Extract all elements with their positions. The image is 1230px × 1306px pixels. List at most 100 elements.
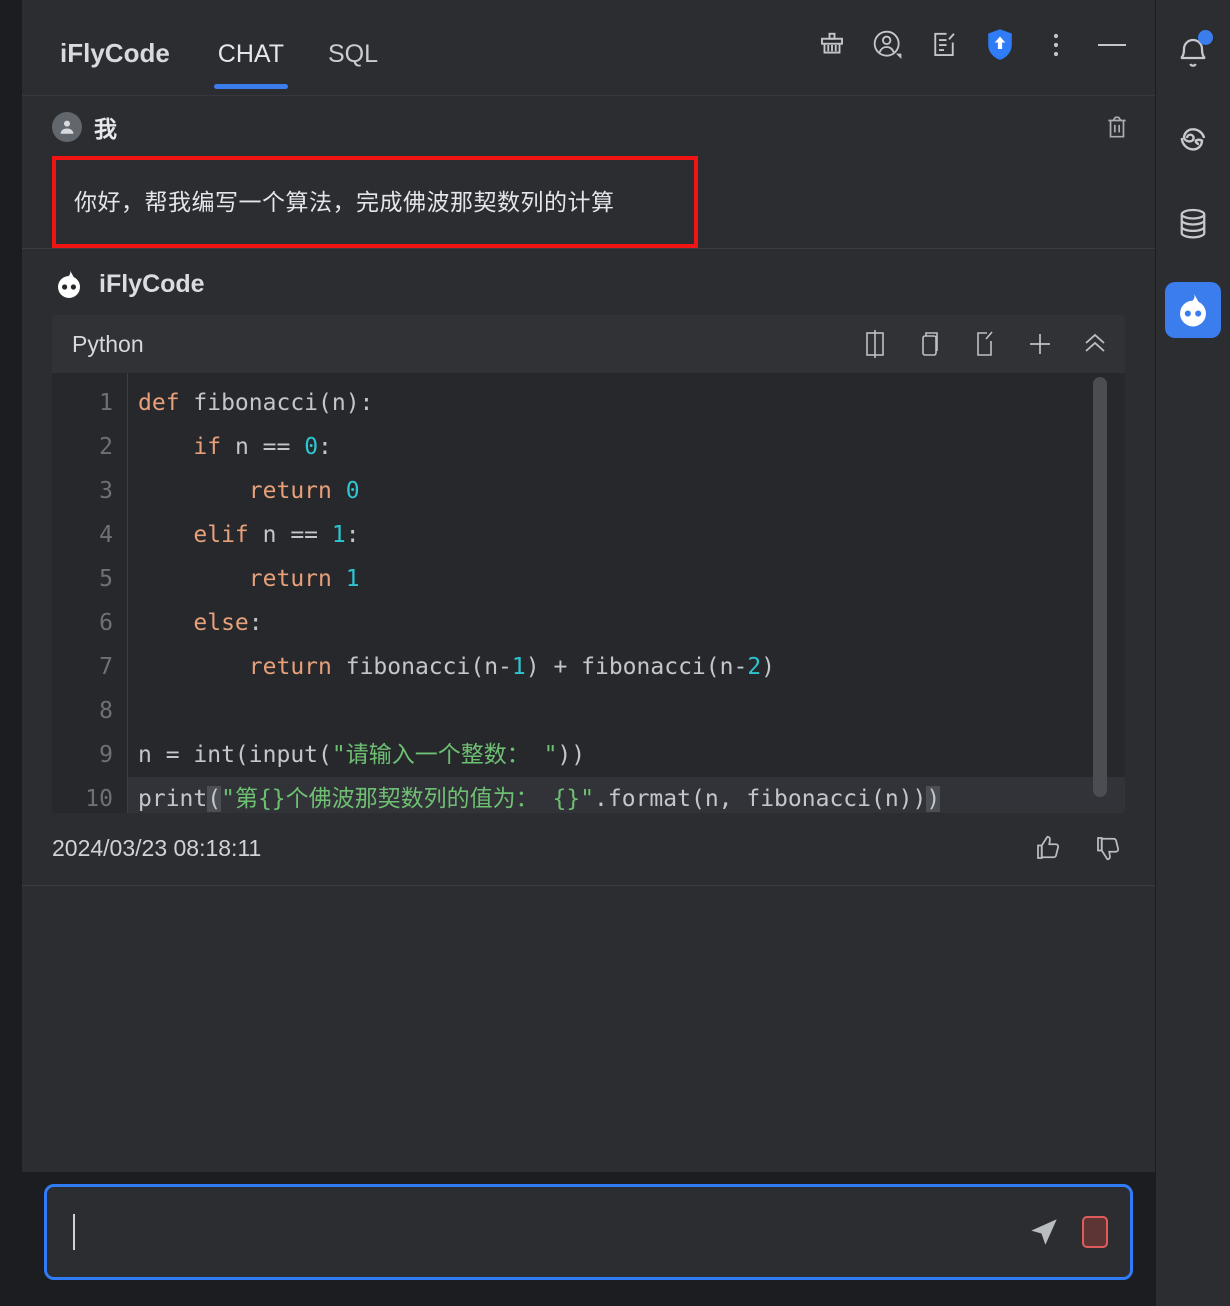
code-token: ) xyxy=(761,654,775,680)
header-actions xyxy=(815,28,1155,68)
thumbs-up-icon[interactable] xyxy=(1031,831,1065,865)
chat-main-panel: iFlyCode CHAT SQL xyxy=(22,0,1155,1306)
code-line: print("第{}个佛波那契数列的值为： {}".format(n, fibo… xyxy=(128,777,1125,813)
more-menu-icon[interactable] xyxy=(1039,28,1073,62)
panel-header: iFlyCode CHAT SQL xyxy=(22,0,1155,96)
user-name: 我 xyxy=(94,110,117,144)
composer-actions xyxy=(1026,1214,1108,1250)
code-gutter: 12345678910 xyxy=(52,373,128,813)
spiral-icon[interactable] xyxy=(1165,110,1221,166)
assistant-message-footer: 2024/03/23 08:18:11 xyxy=(22,813,1155,885)
code-token: fibonacci(n- xyxy=(346,654,512,680)
code-scrollbar[interactable] xyxy=(1093,377,1107,797)
code-content[interactable]: def fibonacci(n): if n == 0: return 0 el… xyxy=(128,373,1125,813)
user-message: 我 你好，帮我编写一个算法，完成佛波那契数列的计算 xyxy=(22,96,1155,249)
tab-chat[interactable]: CHAT xyxy=(196,0,306,95)
code-line: n = int(input("请输入一个整数： ")) xyxy=(138,733,1125,777)
assistant-message-header: iFlyCode xyxy=(22,267,1155,315)
notification-badge xyxy=(1198,30,1213,45)
assistant-name: iFlyCode xyxy=(99,270,205,299)
shield-upload-icon[interactable] xyxy=(983,28,1017,62)
send-icon[interactable] xyxy=(1026,1214,1062,1250)
iflycode-bot-icon[interactable] xyxy=(1165,282,1221,338)
code-line-number: 2 xyxy=(52,425,113,469)
code-line-number: 3 xyxy=(52,469,113,513)
code-line-number: 10 xyxy=(52,777,113,813)
tab-sql[interactable]: SQL xyxy=(306,0,400,95)
code-line-number: 9 xyxy=(52,733,113,777)
stop-generation-button[interactable] xyxy=(1082,1216,1108,1248)
code-token: elif xyxy=(138,522,249,548)
code-line-number: 6 xyxy=(52,601,113,645)
minimize-icon[interactable] xyxy=(1095,28,1129,62)
code-line: return 1 xyxy=(138,557,1125,601)
code-line: def fibonacci(n): xyxy=(138,381,1125,425)
code-token: n == xyxy=(221,434,304,460)
code-line-number: 5 xyxy=(52,557,113,601)
right-sidebar xyxy=(1155,0,1230,1306)
chat-empty-space xyxy=(22,885,1155,1172)
window-left-strip xyxy=(0,0,22,1306)
code-token: 1 xyxy=(332,522,346,548)
code-editor[interactable]: 12345678910 def fibonacci(n): if n == 0:… xyxy=(52,373,1125,813)
code-token: return xyxy=(138,654,346,680)
iflycode-chat-window: iFlyCode CHAT SQL xyxy=(0,0,1230,1306)
composer-area xyxy=(22,1172,1155,1306)
insert-to-editor-icon[interactable] xyxy=(969,328,1001,360)
code-token: print xyxy=(138,786,207,812)
user-message-text: 你好，帮我编写一个算法，完成佛波那契数列的计算 xyxy=(74,185,615,220)
iflycode-bot-avatar-icon xyxy=(52,267,86,301)
code-token: if xyxy=(138,434,221,460)
edit-note-icon[interactable] xyxy=(927,28,961,62)
code-line-number: 1 xyxy=(52,381,113,425)
code-line-number: 8 xyxy=(52,689,113,733)
code-token: 2 xyxy=(747,654,761,680)
user-message-header: 我 xyxy=(22,110,1155,150)
database-icon[interactable] xyxy=(1165,196,1221,252)
message-input-box[interactable] xyxy=(44,1184,1133,1280)
chat-scroll-area[interactable]: 我 你好，帮我编写一个算法，完成佛波那契数列的计算 xyxy=(22,96,1155,1172)
code-token: 0 xyxy=(346,478,360,504)
code-token: 1 xyxy=(512,654,526,680)
code-token: "请输入一个整数： " xyxy=(332,742,558,768)
new-file-icon[interactable] xyxy=(1024,328,1056,360)
clear-chat-icon[interactable] xyxy=(815,28,849,62)
code-line: return 0 xyxy=(138,469,1125,513)
code-token: fibonacci(n): xyxy=(193,390,373,416)
copy-icon[interactable] xyxy=(914,328,946,360)
code-token: ) xyxy=(926,786,940,812)
code-block-actions xyxy=(859,328,1111,360)
delete-message-icon[interactable] xyxy=(1101,111,1133,143)
code-token: )) xyxy=(557,742,585,768)
feedback-buttons xyxy=(1031,831,1125,865)
code-language-label: Python xyxy=(72,331,144,358)
code-token: 1 xyxy=(346,566,360,592)
code-line: return fibonacci(n-1) + fibonacci(n-2) xyxy=(138,645,1125,689)
code-token: ( xyxy=(207,786,221,812)
notifications-icon[interactable] xyxy=(1165,24,1221,80)
code-token: n == xyxy=(249,522,332,548)
tab-bar: iFlyCode CHAT SQL xyxy=(22,0,400,95)
code-block: Python xyxy=(52,315,1125,813)
text-caret xyxy=(73,1214,75,1250)
code-token: : xyxy=(346,522,360,548)
split-view-icon[interactable] xyxy=(859,328,891,360)
code-token: : xyxy=(249,610,263,636)
thumbs-down-icon[interactable] xyxy=(1091,831,1125,865)
code-line-number: 7 xyxy=(52,645,113,689)
code-token: n = int(input( xyxy=(138,742,332,768)
code-line: if n == 0: xyxy=(138,425,1125,469)
code-token: "第{}个佛波那契数列的值为： {}" xyxy=(221,786,594,812)
collapse-icon[interactable] xyxy=(1079,328,1111,360)
message-timestamp: 2024/03/23 08:18:11 xyxy=(52,835,261,862)
code-token: : xyxy=(318,434,332,460)
account-icon[interactable] xyxy=(871,28,905,62)
code-token: return xyxy=(138,478,346,504)
code-token: return xyxy=(138,566,346,592)
code-block-header: Python xyxy=(52,315,1125,373)
brand-title: iFlyCode xyxy=(38,0,196,95)
code-line xyxy=(138,689,1125,733)
code-line: else: xyxy=(138,601,1125,645)
assistant-message: iFlyCode Python xyxy=(22,249,1155,885)
user-message-bubble: 你好，帮我编写一个算法，完成佛波那契数列的计算 xyxy=(52,156,698,248)
